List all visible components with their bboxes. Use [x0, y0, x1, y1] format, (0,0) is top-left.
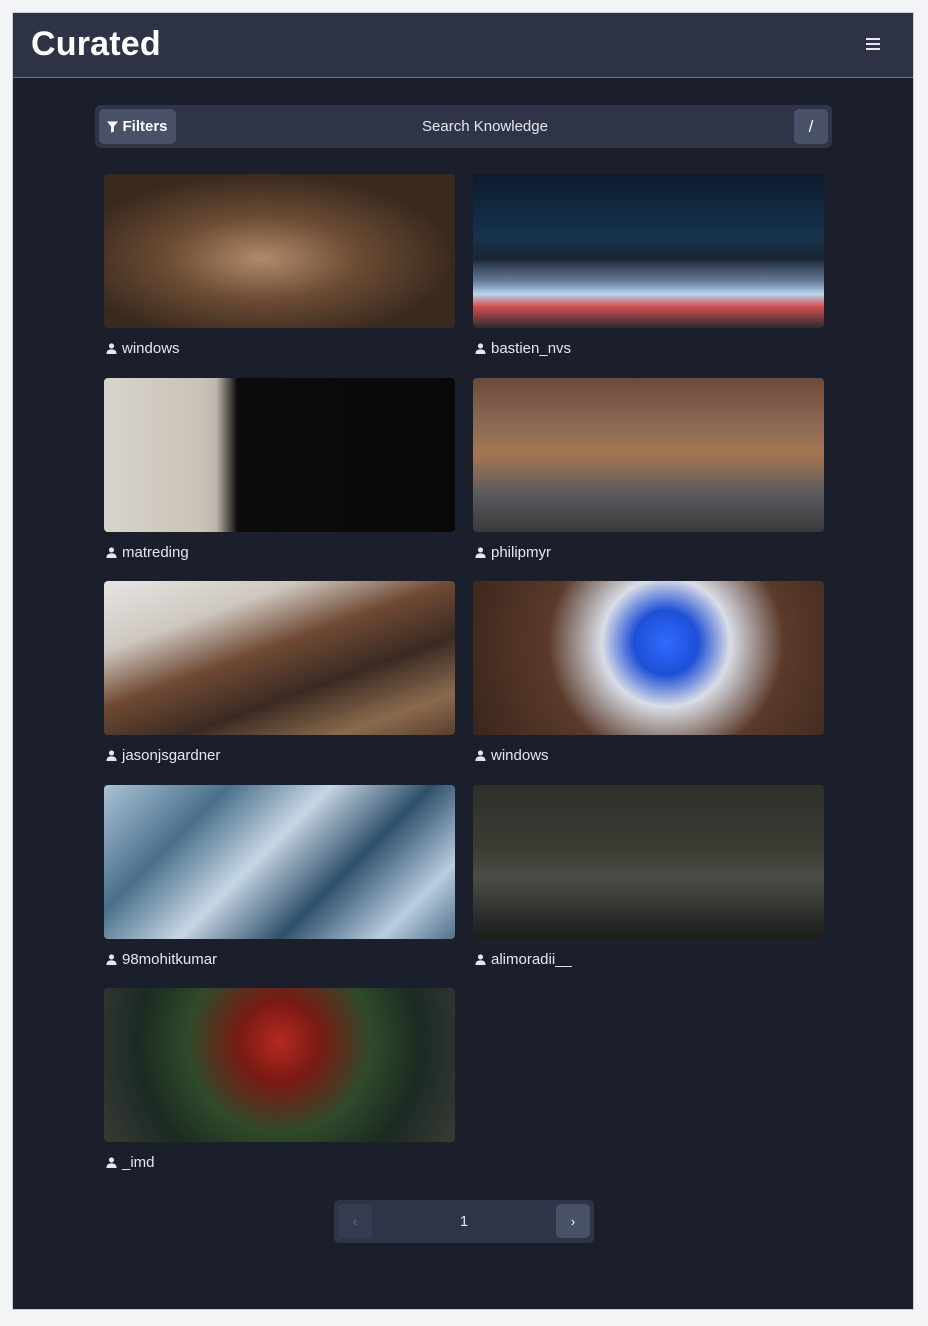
user-icon: [106, 954, 117, 965]
photo-thumbnail[interactable]: [104, 174, 455, 328]
filters-button[interactable]: Filters: [99, 109, 176, 144]
user-icon: [106, 1157, 117, 1168]
photo-thumbnail[interactable]: [104, 785, 455, 939]
photo-card[interactable]: philipmyr: [473, 378, 824, 566]
previous-page-button[interactable]: ‹: [338, 1204, 372, 1238]
user-icon: [475, 750, 486, 761]
user-icon: [475, 954, 486, 965]
photo-credit[interactable]: matreding: [106, 544, 189, 561]
photo-card[interactable]: matreding: [104, 378, 455, 566]
photo-card[interactable]: alimoradii__: [473, 785, 824, 973]
photo-credit[interactable]: philipmyr: [475, 544, 551, 561]
photo-thumbnail[interactable]: [473, 378, 824, 532]
next-page-button[interactable]: ›: [556, 1204, 590, 1238]
search-shortcut-button[interactable]: /: [794, 109, 828, 144]
user-icon: [475, 343, 486, 354]
photo-credit[interactable]: alimoradii__: [475, 951, 572, 968]
photo-credit[interactable]: 98mohitkumar: [106, 951, 217, 968]
user-icon: [106, 750, 117, 761]
photo-thumbnail[interactable]: [473, 174, 824, 328]
author-name: alimoradii__: [491, 951, 572, 968]
author-name: windows: [122, 340, 180, 357]
author-name: bastien_nvs: [491, 340, 572, 357]
pagination: ‹ 1 ›: [334, 1200, 594, 1243]
photo-card[interactable]: jasonjsgardner: [104, 581, 455, 769]
photo-card[interactable]: windows: [473, 581, 824, 769]
photo-card[interactable]: bastien_nvs: [473, 174, 824, 362]
hamburger-menu-icon[interactable]: [863, 35, 883, 55]
author-name: windows: [491, 747, 549, 764]
photo-credit[interactable]: windows: [475, 747, 549, 764]
author-name: philipmyr: [491, 544, 552, 561]
filters-label: Filters: [122, 118, 168, 135]
user-icon: [106, 547, 117, 558]
photo-thumbnail[interactable]: [473, 581, 824, 735]
author-name: 98mohitkumar: [122, 951, 218, 968]
photo-thumbnail[interactable]: [104, 581, 455, 735]
photo-thumbnail[interactable]: [473, 785, 824, 939]
author-name: _imd: [122, 1154, 155, 1171]
author-name: jasonjsgardner: [122, 747, 221, 764]
search-input[interactable]: [185, 109, 785, 144]
photo-card[interactable]: 98mohitkumar: [104, 785, 455, 973]
photo-credit[interactable]: bastien_nvs: [475, 340, 571, 357]
photo-card[interactable]: _imd: [104, 988, 455, 1176]
app-window: Curated Filters / windows bastien_nvs: [12, 12, 914, 1310]
photo-credit[interactable]: windows: [106, 340, 180, 357]
photo-credit[interactable]: jasonjsgardner: [106, 747, 220, 764]
author-name: matreding: [122, 544, 189, 561]
funnel-icon: [107, 121, 119, 132]
search-bar: Filters /: [95, 105, 832, 148]
user-icon: [475, 547, 486, 558]
site-title[interactable]: Curated: [31, 25, 161, 64]
photo-card[interactable]: windows: [104, 174, 455, 362]
photo-thumbnail[interactable]: [104, 988, 455, 1142]
top-navigation-bar: Curated: [13, 13, 913, 78]
user-icon: [106, 343, 117, 354]
photo-thumbnail[interactable]: [104, 378, 455, 532]
photo-credit[interactable]: _imd: [106, 1154, 155, 1171]
current-page-number[interactable]: 1: [374, 1204, 554, 1238]
